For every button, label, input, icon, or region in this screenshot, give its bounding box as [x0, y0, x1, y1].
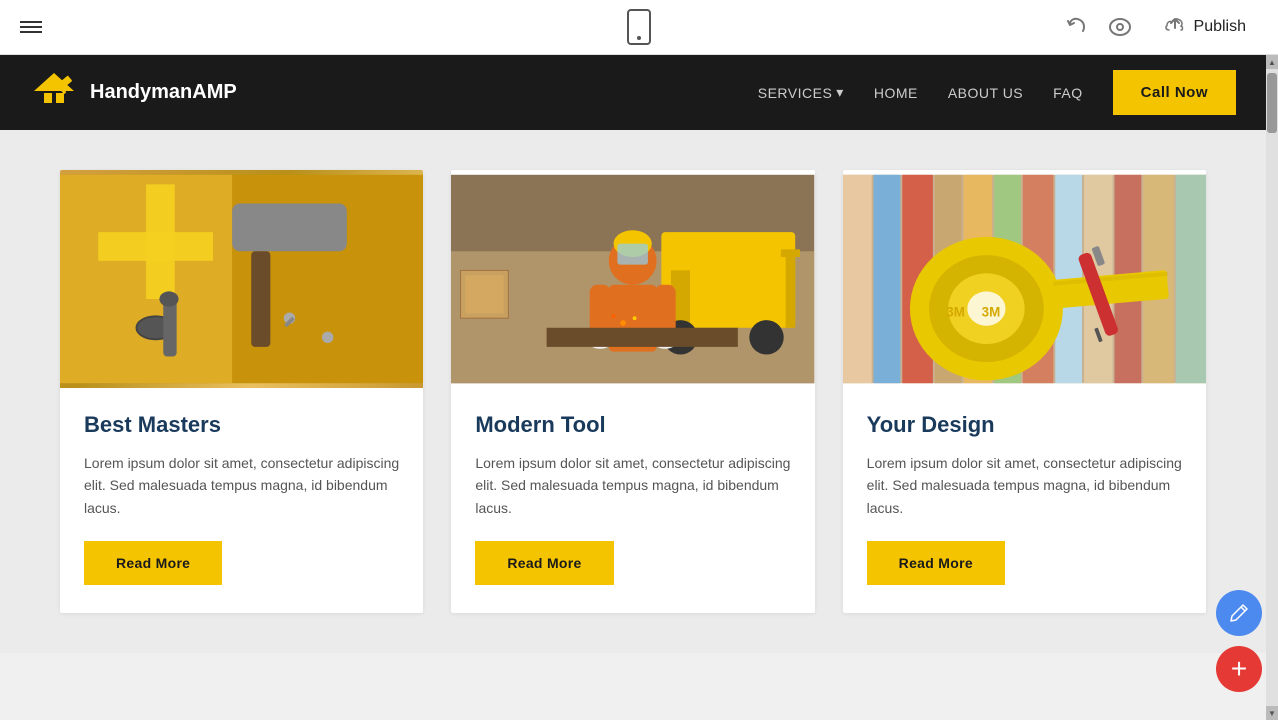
svg-text:3M: 3M [946, 304, 965, 319]
undo-icon[interactable] [1066, 16, 1088, 38]
read-more-button-1[interactable]: Read More [84, 541, 222, 585]
scrollbar-up-arrow[interactable]: ▲ [1266, 55, 1278, 69]
brand-name: HandymanAMP [90, 81, 237, 104]
card-image-2 [451, 170, 814, 388]
tools-image-1 [60, 170, 423, 388]
main-content: Best Masters Lorem ipsum dolor sit amet,… [0, 130, 1266, 653]
svg-text:3M: 3M [981, 304, 1000, 319]
nav-services[interactable]: SERVICES ▾ [758, 84, 844, 101]
edit-icon [1229, 603, 1249, 623]
hamburger-menu[interactable] [20, 18, 42, 36]
nav-home[interactable]: HOME [874, 85, 918, 101]
call-now-button[interactable]: Call Now [1113, 70, 1236, 115]
brand-logo-area[interactable]: HandymanAMP [30, 69, 237, 117]
card-body-3: Your Design Lorem ipsum dolor sit amet, … [843, 388, 1206, 613]
page-wrapper: HandymanAMP SERVICES ▾ HOME ABOUT US FAQ… [0, 55, 1278, 720]
nav-about[interactable]: ABOUT US [948, 85, 1023, 101]
mobile-icon [627, 9, 651, 45]
cloud-upload-icon [1164, 16, 1186, 39]
navbar: HandymanAMP SERVICES ▾ HOME ABOUT US FAQ… [0, 55, 1266, 130]
card-your-design: 3M 3M Your Design Lorem ipsum dolor sit … [843, 170, 1206, 613]
mobile-dot [637, 36, 641, 40]
scrollbar-thumb[interactable] [1267, 73, 1277, 133]
tape-image: 3M 3M [843, 170, 1206, 388]
card-title-1: Best Masters [84, 412, 399, 438]
fab-add-button[interactable]: + [1216, 646, 1262, 692]
card-body-2: Modern Tool Lorem ipsum dolor sit amet, … [451, 388, 814, 613]
card-text-2: Lorem ipsum dolor sit amet, consectetur … [475, 452, 790, 519]
nav-faq[interactable]: FAQ [1053, 85, 1083, 101]
read-more-button-3[interactable]: Read More [867, 541, 1005, 585]
card-best-masters: Best Masters Lorem ipsum dolor sit amet,… [60, 170, 423, 613]
card-body-1: Best Masters Lorem ipsum dolor sit amet,… [60, 388, 423, 613]
brand-logo-icon [30, 69, 78, 117]
preview-eye-icon[interactable] [1108, 17, 1132, 37]
cards-grid: Best Masters Lorem ipsum dolor sit amet,… [60, 170, 1206, 613]
fab-edit-button[interactable] [1216, 590, 1262, 636]
toolbar-actions: Publish [1066, 10, 1258, 45]
card-title-2: Modern Tool [475, 412, 790, 438]
read-more-button-2[interactable]: Read More [475, 541, 613, 585]
card-image-1 [60, 170, 423, 388]
scrollbar-track: ▲ ▼ [1266, 55, 1278, 720]
card-text-3: Lorem ipsum dolor sit amet, consectetur … [867, 452, 1182, 519]
dropdown-arrow-icon: ▾ [836, 84, 844, 101]
publish-label: Publish [1194, 18, 1246, 36]
scrollbar-down-arrow[interactable]: ▼ [1266, 706, 1278, 720]
card-modern-tool: Modern Tool Lorem ipsum dolor sit amet, … [451, 170, 814, 613]
plus-icon: + [1231, 655, 1247, 683]
toolbar: Publish [0, 0, 1278, 55]
mobile-preview-button[interactable] [627, 9, 651, 45]
page-content[interactable]: HandymanAMP SERVICES ▾ HOME ABOUT US FAQ… [0, 55, 1266, 720]
fab-container: + [1216, 590, 1262, 692]
card-text-1: Lorem ipsum dolor sit amet, consectetur … [84, 452, 399, 519]
publish-button[interactable]: Publish [1152, 10, 1258, 45]
card-image-3: 3M 3M [843, 170, 1206, 388]
card-title-3: Your Design [867, 412, 1182, 438]
worker-image [451, 170, 814, 388]
nav-links: SERVICES ▾ HOME ABOUT US FAQ Call Now [758, 70, 1236, 115]
